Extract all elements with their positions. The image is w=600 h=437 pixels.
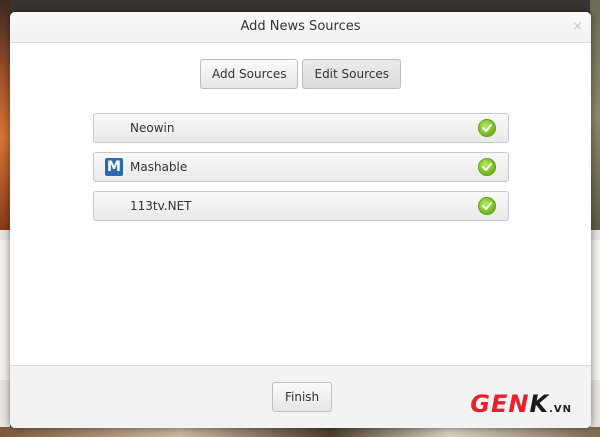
check-icon[interactable] bbox=[478, 119, 496, 137]
source-list: Neowin M Mashable 113tv.NET bbox=[93, 113, 509, 230]
source-name: 113tv.NET bbox=[130, 199, 192, 213]
dialog-header: Add News Sources × bbox=[10, 12, 591, 43]
background-left-text bbox=[0, 240, 10, 380]
check-icon[interactable] bbox=[478, 197, 496, 215]
source-item-neowin[interactable]: Neowin bbox=[93, 113, 509, 143]
tab-edit-sources[interactable]: Edit Sources bbox=[302, 59, 402, 89]
watermark-suffix: .VN bbox=[549, 404, 572, 415]
add-news-sources-dialog: Add News Sources × Add Sources Edit Sour… bbox=[10, 12, 591, 428]
finish-button[interactable]: Finish bbox=[272, 382, 333, 412]
background-right-article bbox=[590, 0, 600, 437]
source-name: Mashable bbox=[130, 160, 188, 174]
source-tabs: Add Sources Edit Sources bbox=[10, 59, 591, 89]
background-right-image bbox=[590, 0, 600, 230]
background-left-image bbox=[0, 0, 10, 230]
background-right-text bbox=[590, 240, 600, 380]
watermark-dark-text: K bbox=[529, 390, 550, 418]
background-top-bar bbox=[0, 0, 600, 12]
source-item-113tv[interactable]: 113tv.NET bbox=[93, 191, 509, 221]
mashable-logo-icon: M bbox=[105, 158, 123, 176]
genk-watermark-logo: GENK.VN bbox=[470, 390, 572, 418]
background-left-article bbox=[0, 0, 10, 437]
close-icon[interactable]: × bbox=[572, 20, 583, 33]
check-icon[interactable] bbox=[478, 158, 496, 176]
background-bottom-strip bbox=[0, 427, 600, 437]
source-name: Neowin bbox=[130, 121, 175, 135]
tab-add-sources[interactable]: Add Sources bbox=[199, 59, 299, 89]
source-item-mashable[interactable]: M Mashable bbox=[93, 152, 509, 182]
dialog-title: Add News Sources bbox=[240, 19, 361, 34]
watermark-red-text: GEN bbox=[470, 390, 530, 418]
